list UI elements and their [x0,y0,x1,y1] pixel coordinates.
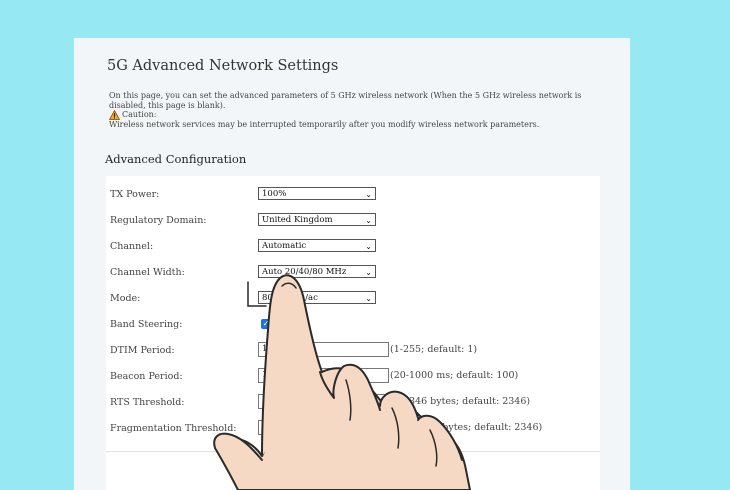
regulatory-domain-row: Regulatory Domain: [110,210,258,230]
form-divider [106,451,600,452]
mode-select[interactable]: 802.11a/n/ac ⌄ [258,291,376,304]
regulatory-domain-value: United Kingdom [262,215,333,225]
fragmentation-threshold-input[interactable]: 2346 [258,420,389,435]
fragmentation-threshold-hint: (256-2346 bytes; default: 2346) [390,422,543,433]
chevron-down-icon: ⌄ [365,268,372,277]
section-title: Advanced Configuration [105,152,247,166]
settings-panel: 5G Advanced Network Settings On this pag… [74,38,630,490]
dtim-period-row: DTIM Period: [110,340,258,360]
beacon-period-input[interactable]: 100 [258,368,389,383]
dtim-period-label: DTIM Period: [110,344,175,356]
beacon-period-row: Beacon Period: [110,366,258,386]
rts-threshold-row: RTS Threshold: [110,392,258,412]
chevron-down-icon: ⌄ [365,190,372,199]
beacon-period-hint: (20-1000 ms; default: 100) [390,370,519,381]
rts-threshold-label: RTS Threshold: [110,396,185,408]
band-steering-row: Band Steering: [110,314,258,334]
regulatory-domain-select[interactable]: United Kingdom ⌄ [258,213,376,226]
regulatory-domain-label: Regulatory Domain: [110,214,207,226]
channel-width-select[interactable]: Auto 20/40/80 MHz ⌄ [258,265,376,278]
caution-row: Caution: [109,110,609,120]
channel-width-row: Channel Width: [110,262,258,282]
caution-label: Caution: [122,110,157,120]
band-steering-checkbox[interactable]: ✓ [261,319,271,329]
caution-text: Wireless network services may be interru… [109,120,540,129]
channel-select[interactable]: Automatic ⌄ [258,239,376,252]
chevron-down-icon: ⌄ [365,242,372,251]
channel-width-label: Channel Width: [110,266,185,278]
fragmentation-threshold-row: Fragmentation Threshold: [110,418,258,438]
advanced-config-form: TX Power: 100% ⌄ Regulatory Domain: Unit… [106,176,600,490]
page-title: 5G Advanced Network Settings [107,58,339,74]
page-description-block: On this page, you can set the advanced p… [109,91,609,130]
tx-power-select[interactable]: 100% ⌄ [258,187,376,200]
dtim-period-input[interactable]: 1 [258,342,389,357]
mode-row: Mode: [110,288,258,308]
checkmark-icon: ✓ [262,319,270,328]
mode-label: Mode: [110,292,141,304]
chevron-down-icon: ⌄ [365,294,372,303]
mode-value: 802.11a/n/ac [262,293,318,303]
rts-threshold-input[interactable]: 2346 [258,394,389,409]
channel-label: Channel: [110,240,154,252]
channel-value: Automatic [262,241,307,251]
tx-power-value: 100% [262,189,287,199]
beacon-period-label: Beacon Period: [110,370,183,382]
warning-triangle-icon [109,110,120,120]
apply-button[interactable]: Apply [256,462,304,488]
tx-power-label: TX Power: [110,188,160,200]
tx-power-row: TX Power: [110,184,258,204]
fragmentation-threshold-label: Fragmentation Threshold: [110,422,237,434]
page-description: On this page, you can set the advanced p… [109,91,582,110]
channel-row: Channel: [110,236,258,256]
rts-threshold-hint: (1-2346 bytes; default: 2346) [390,396,531,407]
dtim-period-hint: (1-255; default: 1) [390,344,478,355]
chevron-down-icon: ⌄ [365,216,372,225]
channel-width-value: Auto 20/40/80 MHz [262,267,347,277]
band-steering-label: Band Steering: [110,318,183,330]
